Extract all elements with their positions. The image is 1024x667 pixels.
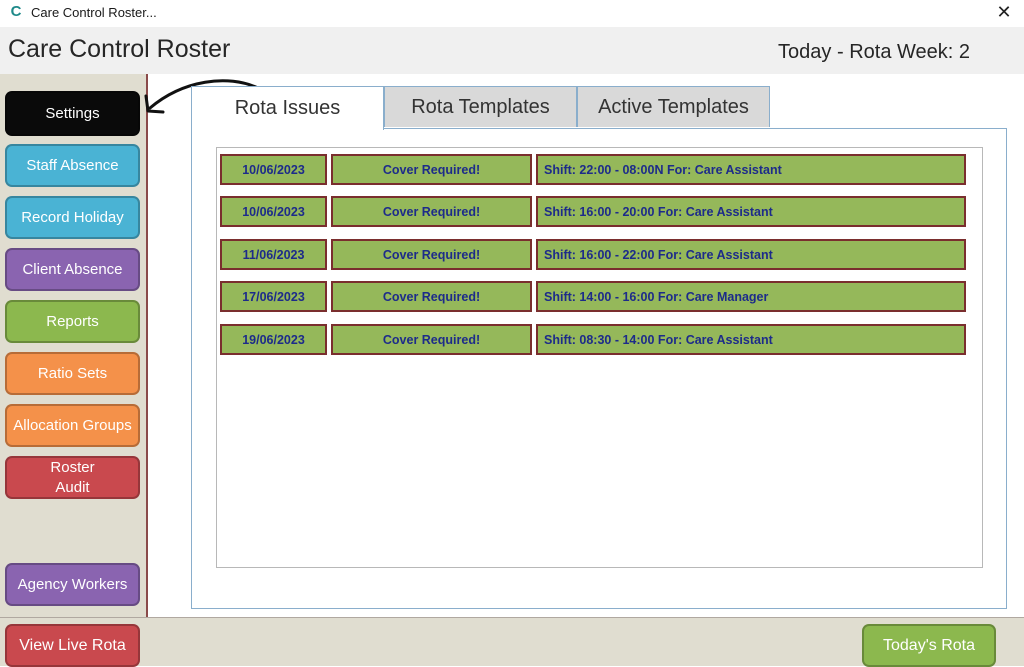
issue-status: Cover Required! bbox=[331, 324, 532, 355]
issue-shift: Shift: 22:00 - 08:00N For: Care Assistan… bbox=[536, 154, 966, 185]
staff-absence-button[interactable]: Staff Absence bbox=[5, 144, 140, 187]
issue-date: 10/06/2023 bbox=[220, 154, 327, 185]
issue-status: Cover Required! bbox=[331, 239, 532, 270]
issue-date: 10/06/2023 bbox=[220, 196, 327, 227]
agency-workers-button[interactable]: Agency Workers bbox=[5, 563, 140, 606]
footer-bar: View Live Rota Today's Rota bbox=[0, 617, 1024, 667]
record-holiday-button[interactable]: Record Holiday bbox=[5, 196, 140, 239]
issue-shift: Shift: 16:00 - 22:00 For: Care Assistant bbox=[536, 239, 966, 270]
tab-active-templates[interactable]: Active Templates bbox=[577, 86, 770, 127]
issue-status: Cover Required! bbox=[331, 196, 532, 227]
issue-shift: Shift: 08:30 - 14:00 For: Care Assistant bbox=[536, 324, 966, 355]
issue-status: Cover Required! bbox=[331, 154, 532, 185]
view-live-rota-button[interactable]: View Live Rota bbox=[5, 624, 140, 667]
reports-button[interactable]: Reports bbox=[5, 300, 140, 343]
allocation-groups-button[interactable]: Allocation Groups bbox=[5, 404, 140, 447]
roster-audit-button[interactable]: Roster Audit bbox=[5, 456, 140, 499]
rota-week-label: Today - Rota Week: 2 bbox=[778, 41, 970, 63]
client-absence-button[interactable]: Client Absence bbox=[5, 248, 140, 291]
app-header: Care Control Roster Today - Rota Week: 2 bbox=[0, 27, 1024, 74]
issue-date: 17/06/2023 bbox=[220, 281, 327, 312]
tab-rota-templates[interactable]: Rota Templates bbox=[384, 86, 577, 127]
window-titlebar: C Care Control Roster... ✕ bbox=[0, 0, 1024, 27]
issue-shift: Shift: 16:00 - 20:00 For: Care Assistant bbox=[536, 196, 966, 227]
issue-date: 11/06/2023 bbox=[220, 239, 327, 270]
issue-shift: Shift: 14:00 - 16:00 For: Care Manager bbox=[536, 281, 966, 312]
todays-rota-button[interactable]: Today's Rota bbox=[862, 624, 996, 667]
issue-status: Cover Required! bbox=[331, 281, 532, 312]
issue-date: 19/06/2023 bbox=[220, 324, 327, 355]
ratio-sets-button[interactable]: Ratio Sets bbox=[5, 352, 140, 395]
tab-rota-issues[interactable]: Rota Issues bbox=[191, 86, 384, 130]
settings-button[interactable]: Settings bbox=[5, 91, 140, 136]
close-icon[interactable]: ✕ bbox=[994, 1, 1014, 23]
care-control-logo-icon: C bbox=[8, 4, 24, 20]
window-title: Care Control Roster... bbox=[31, 5, 157, 20]
app-title: Care Control Roster bbox=[8, 35, 231, 63]
